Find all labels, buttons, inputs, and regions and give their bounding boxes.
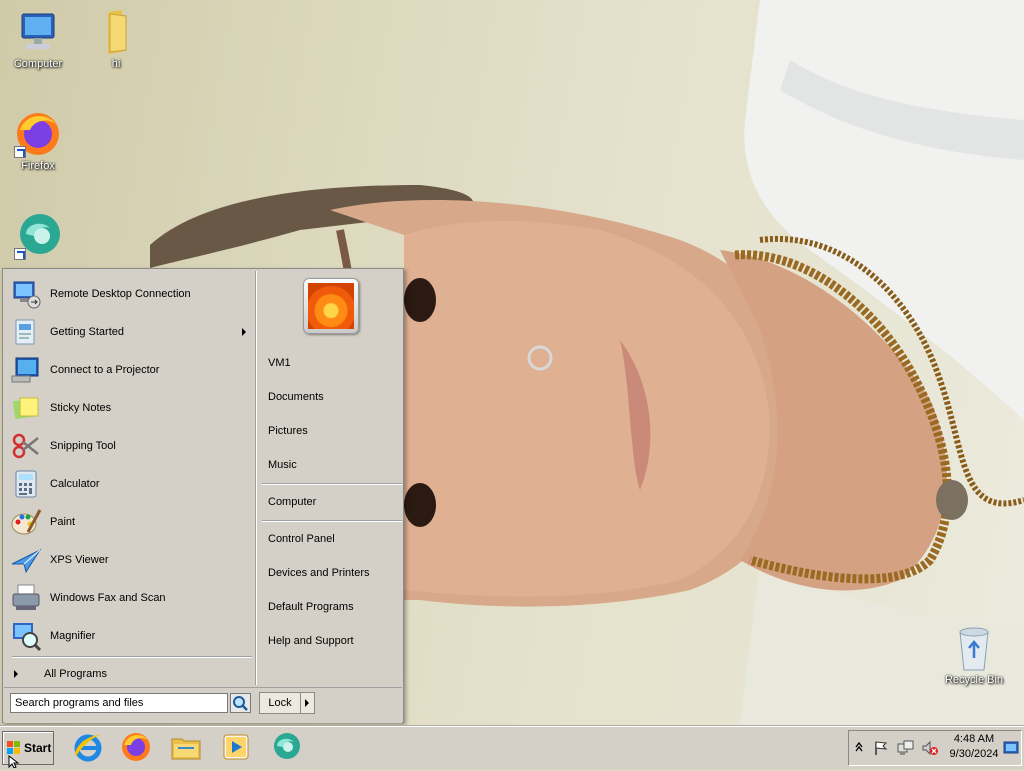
link-documents[interactable]: Documents (268, 388, 398, 406)
shortcut-arrow-icon (14, 248, 26, 260)
start-menu-programs-pane: Remote Desktop Connection Getting Starte… (4, 270, 255, 687)
fax-icon (10, 582, 42, 614)
program-remote-desktop-connection[interactable]: Remote Desktop Connection (10, 275, 250, 313)
link-computer[interactable]: Computer (268, 493, 398, 511)
program-label: Remote Desktop Connection (50, 288, 191, 300)
shortcut-arrow-icon (14, 146, 26, 158)
mouse-cursor-icon (8, 754, 20, 771)
program-label: Connect to a Projector (50, 364, 160, 376)
desktop-icon-app[interactable] (0, 212, 76, 262)
arrow-right-icon (14, 670, 18, 678)
desktop-icon-computer[interactable]: Computer (0, 8, 76, 71)
program-calculator[interactable]: Calculator (10, 465, 250, 503)
network-icon[interactable] (897, 740, 915, 759)
link-help-and-support[interactable]: Help and Support (268, 632, 398, 650)
all-programs-button[interactable]: All Programs (14, 665, 244, 683)
folder-icon (92, 8, 140, 56)
link-pictures[interactable]: Pictures (268, 422, 398, 440)
program-label: Sticky Notes (50, 402, 112, 414)
firefox-icon (14, 110, 62, 158)
search-button[interactable] (230, 693, 251, 713)
program-label: Getting Started (50, 326, 124, 338)
sticky-notes-icon (10, 392, 42, 424)
link-music[interactable]: Music (268, 456, 398, 474)
xps-viewer-icon (10, 544, 42, 576)
magnifier-icon (10, 620, 42, 652)
start-menu: Remote Desktop Connection Getting Starte… (2, 268, 404, 723)
program-label: XPS Viewer (50, 554, 109, 566)
program-label: Magnifier (50, 630, 96, 642)
volume-muted-icon[interactable] (921, 740, 939, 759)
search-input[interactable] (10, 693, 228, 713)
program-paint[interactable]: Paint (10, 503, 250, 541)
computer-icon (14, 8, 62, 56)
program-sticky-notes[interactable]: Sticky Notes (10, 389, 250, 427)
program-connect-to-projector[interactable]: Connect to a Projector (10, 351, 250, 389)
program-xps-viewer[interactable]: XPS Viewer (10, 541, 250, 579)
shutdown-options-arrow-button[interactable] (301, 692, 315, 714)
program-getting-started[interactable]: Getting Started (10, 313, 250, 351)
program-windows-fax-and-scan[interactable]: Windows Fax and Scan (10, 579, 250, 617)
paint-icon (10, 506, 42, 538)
getting-started-icon (10, 316, 42, 348)
clock-date[interactable]: 9/30/2024 (940, 748, 1008, 762)
desktop-icon-firefox[interactable]: Firefox (0, 110, 76, 173)
media-player-icon[interactable] (220, 731, 252, 763)
show-hidden-icons-chevron-icon[interactable] (855, 741, 863, 756)
link-user-folder[interactable]: VM1 (268, 354, 398, 372)
menu-separator (262, 483, 402, 485)
file-explorer-icon[interactable] (170, 731, 202, 763)
scissors-icon (10, 430, 42, 462)
desktop-icon-hi-folder[interactable]: hi (78, 8, 154, 71)
menu-separator (12, 656, 252, 658)
taskbar: Start 4:48 AM 9/30/2024 (0, 726, 1024, 769)
lock-button[interactable]: Lock (259, 692, 301, 714)
program-label: Paint (50, 516, 76, 528)
app-taskbar-icon[interactable] (270, 731, 302, 763)
program-label: Snipping Tool (50, 440, 116, 452)
program-snipping-tool[interactable]: Snipping Tool (10, 427, 250, 465)
start-label: Start (24, 741, 52, 755)
internet-explorer-icon[interactable] (72, 731, 104, 763)
link-control-panel[interactable]: Control Panel (268, 530, 398, 548)
windows-flag-icon (7, 741, 21, 755)
start-menu-bottom-bar: Lock (4, 687, 402, 723)
calculator-icon (10, 468, 42, 500)
desktop-icon-recycle-bin[interactable]: Recycle Bin (936, 624, 1012, 687)
remote-desktop-icon (10, 278, 42, 310)
program-magnifier[interactable]: Magnifier (10, 617, 250, 655)
link-default-programs[interactable]: Default Programs (268, 598, 398, 616)
program-label: Calculator (50, 478, 100, 490)
search-icon (233, 696, 248, 711)
action-center-flag-icon[interactable] (873, 740, 889, 759)
projector-icon (10, 354, 42, 386)
program-label: Windows Fax and Scan (50, 592, 166, 604)
recycle-bin-icon (950, 624, 998, 672)
start-menu-places-pane: VM1 Documents Pictures Music Computer Co… (258, 270, 403, 687)
app-icon (14, 212, 62, 260)
clock-time[interactable]: 4:48 AM (944, 733, 1004, 747)
link-devices-and-printers[interactable]: Devices and Printers (268, 564, 398, 582)
menu-separator (262, 520, 402, 522)
all-programs-label: All Programs (44, 668, 107, 680)
pane-separator (255, 271, 257, 685)
submenu-arrow-icon (242, 328, 246, 336)
user-picture-flower-icon[interactable] (303, 278, 359, 334)
firefox-taskbar-icon[interactable] (120, 731, 152, 763)
